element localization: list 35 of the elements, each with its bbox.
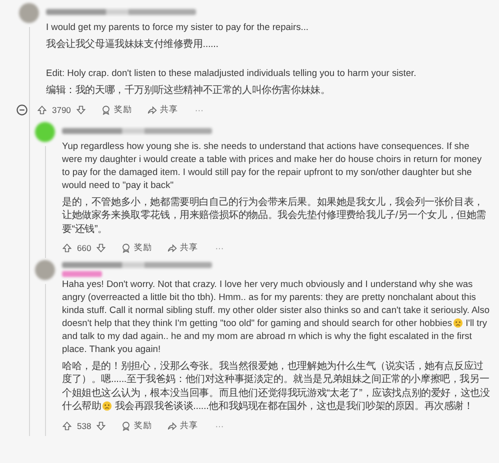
comment-text: 我会让我父母逼我妹妹支付维修费用...... bbox=[46, 38, 220, 52]
collapse-icon[interactable] bbox=[16, 104, 28, 116]
comment-text: 是的，不管她多小，她都需要明白自己的行为会带来后果。如果她是我女儿，我会列一张价目表，让她做家务来换取零花钱，用来赔偿损坏的物品。我会先垫付修理费给我儿子/另一个女儿，但她需要“还钱”。 bbox=[62, 196, 487, 236]
share-button[interactable]: 共享 bbox=[146, 104, 178, 116]
award-button[interactable]: 奖励 bbox=[100, 104, 132, 116]
downvote-arrow-icon[interactable] bbox=[76, 104, 86, 115]
award-button[interactable]: 奖励 bbox=[121, 242, 152, 254]
sad-face-emoji-icon bbox=[102, 401, 112, 412]
vote-count: 660 bbox=[77, 243, 92, 254]
sad-face-emoji-icon bbox=[453, 318, 464, 328]
vote-count: 538 bbox=[77, 420, 92, 431]
comment-text: 编辑：我的天哪，千万别听这些精神不正常的人叫你伤害你妹妹。 bbox=[46, 84, 332, 98]
avatar-picture bbox=[35, 122, 55, 142]
comment-text: I would get my parents to force my sister to pay for the repairs... bbox=[46, 21, 310, 34]
award-icon bbox=[121, 243, 132, 254]
downvote-arrow-icon[interactable] bbox=[96, 420, 106, 431]
comment-text: Yup regardless how young she is. she needs to understand that actions have consequences. If she were my daughter i would create a table with prices and make her do house choirs in return for money to pay for the damaged item. I would still pay for the repair upfront to my son/other daughter but she would need to "pay it back" bbox=[62, 140, 483, 192]
vote-count: 3790 bbox=[52, 104, 71, 115]
share-button[interactable]: 共享 bbox=[167, 420, 198, 432]
award-button[interactable]: 奖励 bbox=[121, 420, 152, 432]
comment-text: Edit: Holy crap. don't listen to these maladjusted individuals telling you to harm your sister. bbox=[46, 67, 418, 80]
share-icon bbox=[167, 243, 178, 254]
upvote-arrow-icon[interactable] bbox=[62, 420, 72, 431]
award-icon bbox=[100, 104, 111, 115]
avatar-picture bbox=[35, 260, 55, 280]
share-button[interactable]: 共享 bbox=[167, 242, 198, 254]
upvote-arrow-icon[interactable] bbox=[62, 243, 72, 254]
avatar-picture bbox=[19, 3, 39, 23]
comment-text: 哈哈，是的！别担心，没那么夸张。我当然很爱她，也理解她为什么生气（说实话，她有点反应过度了）。嗯......至于我爸妈：他们对这种事挺淡定的。就当是兄弟姐妹之间正常的小摩擦吧，我另一个姐姐也这么认为，根本没当回事。而且他们还觉得我玩游戏“太老了”，应该找点别的爱好，这也没什么帮助 我会再跟我爸谈谈......他和我妈现在都在国外，这也是我们吵架的原因。再次感谢！ bbox=[62, 360, 491, 414]
share-icon bbox=[146, 104, 157, 115]
award-icon bbox=[121, 420, 132, 431]
downvote-arrow-icon[interactable] bbox=[96, 243, 106, 254]
share-icon bbox=[167, 420, 178, 431]
comment-text: Haha yes! Don't worry. Not that crazy. I love her very much obviously and I understand why she was angry (overreacted a little bit tho tbh). Hmm.. as for my parents: they are pretty nonchalant about this kinda stuff. Call it normal sibling stuff. my other older sister also thinks so and can't take it seriously. Also doesn't help that they think I'm getting "too old" for gaming and should search for other hobbies I'll try and talk to my dad again.. he and my mom are abroad rn which is why the fight escalated in the first place. Thank you again! bbox=[62, 278, 491, 356]
upvote-arrow-icon[interactable] bbox=[37, 104, 47, 115]
